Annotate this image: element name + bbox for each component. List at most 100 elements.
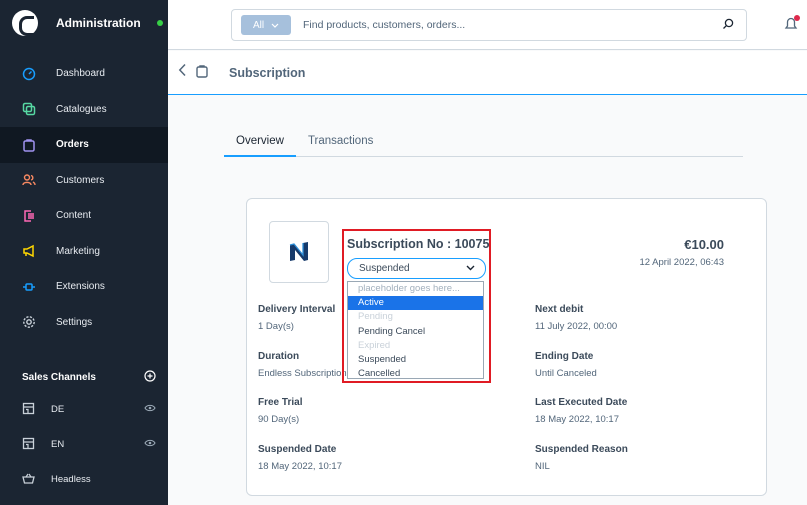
dropdown-option-expired: Expired bbox=[358, 339, 391, 351]
storefront-icon bbox=[22, 402, 35, 418]
sales-channel-de[interactable]: DE bbox=[0, 392, 168, 427]
tab-bar: Overview Transactions bbox=[224, 127, 743, 157]
sidebar: Administration Dashboard Catalogues Orde… bbox=[0, 0, 168, 505]
field-label: Free Trial bbox=[258, 397, 303, 408]
bag-icon bbox=[22, 138, 36, 152]
sales-channels-header: Sales Channels bbox=[0, 362, 168, 392]
sales-channel-label: DE bbox=[51, 404, 65, 415]
field-value: 18 May 2022, 10:17 bbox=[258, 461, 342, 472]
search-type-select[interactable]: All bbox=[241, 15, 291, 35]
field-next-debit: Next debit 11 July 2022, 00:00 bbox=[535, 304, 617, 332]
page-header: Subscription bbox=[168, 51, 807, 95]
field-suspended-date: Suspended Date 18 May 2022, 10:17 bbox=[258, 444, 342, 472]
catalogue-icon bbox=[22, 102, 36, 116]
nav-item-customers[interactable]: Customers bbox=[0, 163, 168, 199]
nav-item-marketing[interactable]: Marketing bbox=[0, 234, 168, 270]
tab-overview[interactable]: Overview bbox=[224, 127, 296, 157]
field-last-executed-date: Last Executed Date 18 May 2022, 10:17 bbox=[535, 397, 627, 425]
top-bar: All Find products, customers, orders... bbox=[168, 0, 807, 50]
tab-transactions[interactable]: Transactions bbox=[296, 127, 385, 157]
field-value: NIL bbox=[535, 461, 550, 472]
field-label: Suspended Reason bbox=[535, 444, 628, 455]
sales-channel-label: EN bbox=[51, 439, 65, 450]
megaphone-icon bbox=[22, 244, 36, 258]
content-icon bbox=[22, 209, 36, 223]
dropdown-option-pending-cancel[interactable]: Pending Cancel bbox=[348, 325, 483, 339]
gauge-icon bbox=[22, 67, 36, 81]
sales-channel-headless[interactable]: Headless bbox=[0, 462, 168, 497]
chevron-down-icon bbox=[466, 263, 475, 274]
back-chevron-icon[interactable] bbox=[178, 63, 187, 82]
nav-label: Extensions bbox=[56, 281, 105, 293]
field-suspended-reason: Suspended Reason NIL bbox=[535, 444, 628, 472]
nav-label: Catalogues bbox=[56, 103, 107, 115]
search-icon[interactable] bbox=[722, 18, 734, 33]
chevron-down-icon bbox=[271, 20, 279, 31]
status-dropdown-list: placeholder goes here... Active Pending … bbox=[347, 281, 484, 379]
field-value: 11 July 2022, 00:00 bbox=[535, 321, 618, 332]
app-title: Administration bbox=[56, 16, 141, 30]
storefront-icon bbox=[22, 437, 35, 453]
field-value: 1 Day(s) bbox=[258, 321, 294, 332]
subscription-title: Subscription No : 10075 bbox=[347, 237, 490, 251]
nav-label: Customers bbox=[56, 174, 105, 186]
search-type-label: All bbox=[252, 19, 265, 31]
nav-item-content[interactable]: Content bbox=[0, 198, 168, 234]
basket-icon bbox=[22, 472, 35, 488]
n-logo-icon bbox=[289, 242, 308, 261]
global-search: All Find products, customers, orders... bbox=[231, 9, 747, 41]
dropdown-option-placeholder: placeholder goes here... bbox=[358, 283, 460, 294]
field-label: Duration bbox=[258, 351, 300, 362]
field-label: Last Executed Date bbox=[535, 397, 628, 408]
field-value: Until Canceled bbox=[535, 368, 597, 379]
dropdown-option-pending: Pending bbox=[358, 311, 393, 323]
bell-icon[interactable] bbox=[782, 14, 802, 34]
sales-channel-label: Headless bbox=[51, 474, 91, 485]
field-label: Next debit bbox=[535, 304, 584, 315]
sales-channel-en[interactable]: EN bbox=[0, 427, 168, 462]
field-delivery-interval: Delivery Interval 1 Day(s) bbox=[258, 304, 335, 332]
dropdown-option-cancelled[interactable]: Cancelled bbox=[348, 367, 483, 378]
nav-item-extensions[interactable]: Extensions bbox=[0, 269, 168, 305]
field-free-trial: Free Trial 90 Day(s) bbox=[258, 397, 302, 425]
nav-item-catalogues[interactable]: Catalogues bbox=[0, 92, 168, 128]
search-input[interactable]: Find products, customers, orders... bbox=[303, 19, 722, 31]
dropdown-option-active[interactable]: Active bbox=[348, 296, 483, 311]
nav-label: Content bbox=[56, 210, 92, 222]
field-value: 90 Day(s) bbox=[258, 414, 300, 425]
nav-item-dashboard[interactable]: Dashboard bbox=[0, 56, 168, 92]
nav-label: Settings bbox=[56, 316, 93, 328]
field-value: Endless Subscription bbox=[258, 368, 347, 379]
dropdown-option-suspended[interactable]: Suspended bbox=[348, 353, 483, 367]
nav-label: Marketing bbox=[56, 245, 100, 257]
status-select-value: Suspended bbox=[359, 263, 410, 274]
eye-icon[interactable] bbox=[144, 439, 156, 450]
subscription-created-date: 12 April 2022, 06:43 bbox=[639, 257, 724, 268]
plug-icon bbox=[22, 280, 36, 294]
sales-channels-title: Sales Channels bbox=[22, 371, 96, 383]
product-logo bbox=[269, 221, 329, 283]
field-duration: Duration Endless Subscription bbox=[258, 351, 347, 379]
eye-icon[interactable] bbox=[144, 404, 156, 415]
field-label: Suspended Date bbox=[258, 444, 337, 455]
nav-item-orders[interactable]: Orders bbox=[0, 127, 168, 163]
field-label: Ending Date bbox=[535, 351, 594, 362]
field-value: 18 May 2022, 10:17 bbox=[535, 414, 619, 425]
sidebar-brand: Administration bbox=[0, 0, 168, 46]
page-title: Subscription bbox=[229, 65, 306, 80]
nav-item-settings[interactable]: Settings bbox=[0, 305, 168, 341]
field-ending-date: Ending Date Until Canceled bbox=[535, 351, 597, 379]
field-label: Delivery Interval bbox=[258, 304, 336, 315]
gear-icon bbox=[22, 315, 36, 329]
subscription-card: Subscription No : 10075 Suspended €10.00… bbox=[246, 198, 767, 496]
shopware-logo[interactable] bbox=[12, 10, 38, 36]
nav-label: Orders bbox=[56, 139, 89, 151]
nav-label: Dashboard bbox=[56, 68, 105, 80]
status-select[interactable]: Suspended bbox=[347, 258, 486, 279]
add-sales-channel-icon[interactable] bbox=[144, 369, 156, 385]
subscription-icon bbox=[195, 64, 209, 81]
main-nav: Dashboard Catalogues Orders Customers Co… bbox=[0, 56, 168, 340]
subscription-price: €10.00 bbox=[684, 237, 724, 252]
online-status-dot bbox=[156, 20, 163, 26]
users-icon bbox=[22, 173, 36, 187]
